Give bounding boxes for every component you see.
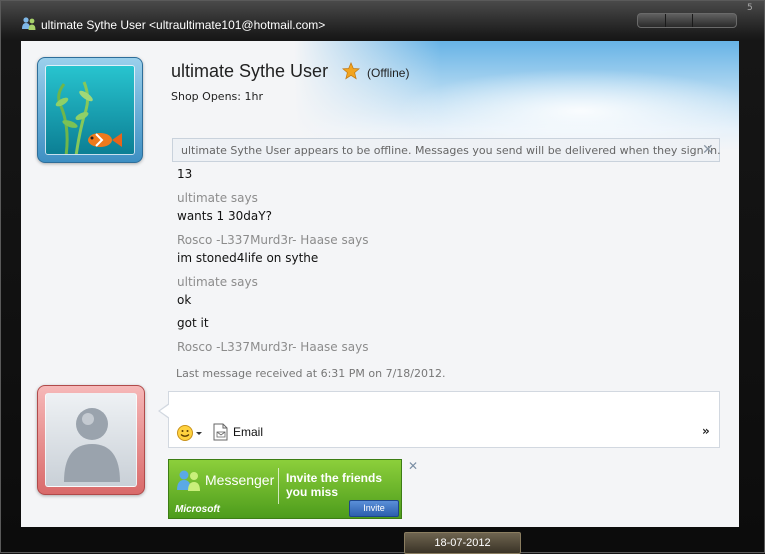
- message-sender: ultimate says: [177, 191, 258, 205]
- message-sender: Rosco -L337Murd3r- Haase says: [177, 233, 369, 247]
- message-text: im stoned4life on sythe: [177, 251, 319, 265]
- contact-status: (Offline): [367, 66, 410, 80]
- contact-name: ultimate Sythe User: [171, 61, 329, 81]
- title-bar[interactable]: ultimate Sythe User <ultraultimate101@ho…: [1, 1, 764, 33]
- message-text: 13: [177, 167, 193, 181]
- message-input[interactable]: Email »: [168, 391, 720, 448]
- more-options-button[interactable]: »: [702, 424, 710, 438]
- offline-notice-text: ultimate Sythe User appears to be offlin…: [181, 144, 721, 157]
- email-icon: [213, 423, 228, 441]
- messenger-logo-icon: [177, 470, 200, 491]
- fish-scene-icon: [46, 66, 134, 154]
- last-message-timestamp: Last message received at 6:31 PM on 7/18…: [176, 367, 446, 380]
- fish-picture: [45, 65, 135, 155]
- messenger-buddy-icon: [22, 17, 36, 30]
- maximize-button[interactable]: [666, 14, 694, 27]
- invite-button[interactable]: Invite: [349, 500, 399, 517]
- window-title: ultimate Sythe User <ultraultimate101@ho…: [41, 18, 326, 32]
- message-sender: ultimate says: [177, 275, 258, 289]
- email-label: Email: [233, 425, 264, 439]
- offline-notice: ultimate Sythe User appears to be offlin…: [172, 138, 721, 162]
- message-history[interactable]: 13 ultimate says wants 1 30daY? Rosco -L337…: [177, 165, 717, 363]
- messenger-window: ultimate Sythe User <ultraultimate101@ho…: [0, 0, 765, 554]
- message-sender: Rosco -L337Murd3r- Haase says: [177, 340, 369, 354]
- conversation-panel: ultimate Sythe User (Offline) Shop Opens…: [21, 41, 739, 527]
- contact-avatar[interactable]: [37, 57, 143, 163]
- ad-headline: Invite the friends you miss: [286, 471, 383, 499]
- email-button[interactable]: Email: [213, 423, 263, 441]
- message-text: ok: [177, 293, 192, 307]
- emoticon-icon[interactable]: [176, 424, 204, 442]
- ad-close-icon[interactable]: ✕: [408, 459, 418, 473]
- corner-badge: 5: [747, 3, 753, 13]
- ad-divider: [278, 468, 279, 504]
- window-controls: [637, 13, 737, 28]
- date-display: 18-07-2012: [404, 532, 521, 554]
- message-text: wants 1 30daY?: [177, 209, 272, 223]
- star-icon[interactable]: [342, 62, 360, 80]
- invite-friends-ad[interactable]: Messenger Invite the friends you miss Mi…: [168, 459, 402, 519]
- close-button[interactable]: [693, 14, 736, 27]
- ad-footer-logo: Microsoft: [175, 504, 220, 515]
- default-buddy-picture: [45, 393, 137, 487]
- minimize-button[interactable]: [638, 14, 666, 27]
- user-avatar[interactable]: [37, 385, 145, 495]
- person-silhouette-icon: [64, 408, 120, 482]
- message-text: got it: [177, 316, 209, 330]
- close-icon[interactable]: ✕: [702, 143, 714, 157]
- ad-brand: Messenger: [205, 472, 275, 488]
- compose-notch-fill: [160, 404, 170, 418]
- personal-message: Shop Opens: 1hr: [171, 90, 263, 103]
